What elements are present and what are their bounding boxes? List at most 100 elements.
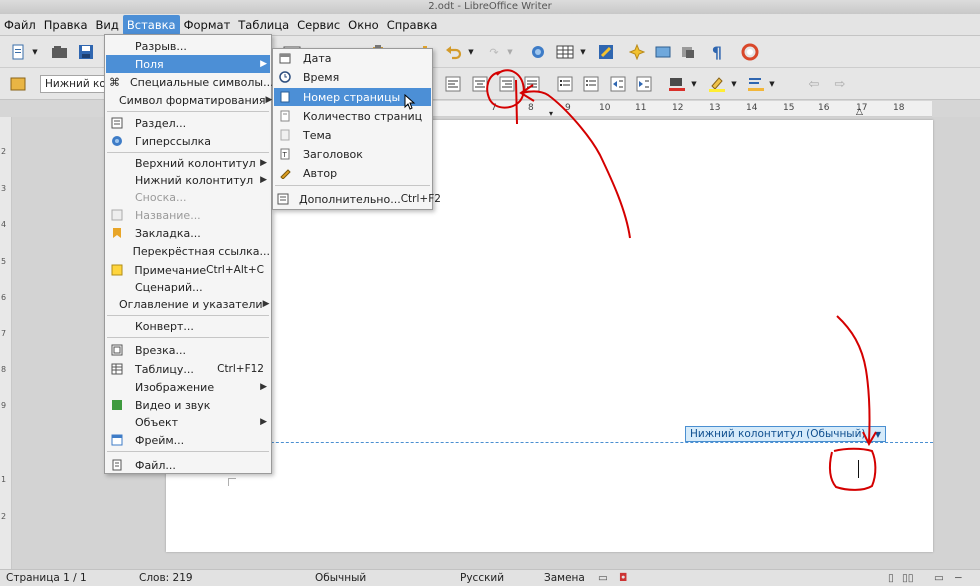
page-style[interactable]: Обычный	[315, 570, 366, 586]
zoom-out-icon[interactable]: −	[954, 570, 963, 586]
menu-item-break[interactable]: Разрыв...	[106, 37, 270, 55]
draw-functions-icon[interactable]	[596, 42, 616, 62]
menu-edit[interactable]: Правка	[40, 15, 92, 35]
menu-item-page-number[interactable]: Номер страницы	[274, 88, 431, 106]
menu-item-toc-and-index[interactable]: Оглавление и указатели ▶	[106, 295, 270, 313]
language[interactable]: Русский	[460, 570, 504, 586]
undo-icon[interactable]	[443, 42, 463, 62]
decrease-indent-icon[interactable]	[608, 74, 628, 94]
menu-item-envelope[interactable]: Конверт...	[106, 317, 270, 335]
insert-mode[interactable]: Замена	[544, 570, 585, 586]
menu-item-author[interactable]: Автор	[274, 164, 431, 182]
undo-dropdown-icon[interactable]: ▼	[466, 42, 476, 62]
align-left-icon[interactable]	[443, 74, 463, 94]
hyperlink-dialog-icon[interactable]	[528, 42, 548, 62]
page-count-icon	[277, 109, 293, 123]
menu-item-subject[interactable]: Тема	[274, 126, 431, 144]
styles-icon[interactable]	[8, 74, 28, 94]
window-title-bar: 2.odt - LibreOffice Writer	[0, 0, 980, 14]
table-dropdown-icon[interactable]: ▼	[578, 42, 588, 62]
menu-item-special-characters[interactable]: ⌘ Специальные символы...	[106, 73, 274, 91]
new-document-icon[interactable]	[8, 42, 28, 62]
navigator-icon[interactable]	[627, 42, 647, 62]
paragraph-style-box[interactable]: Нижний колонтитул	[40, 75, 106, 93]
increase-indent-icon[interactable]	[634, 74, 654, 94]
book-view-icon[interactable]: ▭	[934, 570, 944, 586]
menu-item-date[interactable]: Дата	[274, 49, 431, 67]
menu-item-title[interactable]: T Заголовок	[274, 145, 431, 163]
word-count[interactable]: Слов: 219	[139, 570, 193, 586]
vruler-label: 2	[1, 147, 7, 156]
save-icon[interactable]	[76, 42, 96, 62]
menu-tools[interactable]: Сервис	[293, 15, 344, 35]
menu-item-comment[interactable]: Примечание Ctrl+Alt+C	[106, 261, 270, 279]
menu-help[interactable]: Справка	[383, 15, 442, 35]
menu-item-cross-reference[interactable]: Перекрёстная ссылка...	[106, 242, 270, 260]
menu-item-section[interactable]: Раздел...	[106, 114, 270, 132]
menu-insert[interactable]: Вставка	[122, 14, 180, 35]
new-dropdown-arrow-icon[interactable]: ▼	[30, 42, 40, 62]
vruler-label: 9	[1, 401, 7, 410]
document-modified-icon[interactable]: ◘	[619, 570, 627, 586]
font-color-dropdown-icon[interactable]: ▼	[689, 74, 699, 94]
justify-icon[interactable]	[522, 74, 542, 94]
insert-table-icon[interactable]	[555, 42, 575, 62]
menu-item-header[interactable]: Верхний колонтитул ▶	[106, 154, 270, 172]
menu-item-floating-frame[interactable]: Фрейм...	[106, 431, 270, 449]
multi-page-view-icon[interactable]: ▯▯	[902, 570, 914, 586]
menu-item-hyperlink[interactable]: Гиперссылка	[106, 132, 270, 150]
menu-item-fields[interactable]: Поля ▶	[106, 55, 270, 73]
redo-icon[interactable]: ↷	[484, 42, 504, 62]
menu-item-bookmark[interactable]: Закладка...	[106, 224, 270, 242]
paragraph-direction-icon[interactable]: ⇦	[804, 74, 824, 94]
menu-item-table[interactable]: Таблицу... Ctrl+F12	[106, 360, 270, 378]
menu-file[interactable]: Файл	[0, 15, 40, 35]
single-page-view-icon[interactable]: ▯	[888, 570, 894, 586]
gallery-icon[interactable]	[653, 42, 673, 62]
menu-item-media[interactable]: Видео и звук	[106, 396, 270, 414]
redo-dropdown-icon[interactable]: ▼	[505, 42, 515, 62]
footer-dropdown-icon[interactable]: ▼	[875, 430, 881, 439]
menu-item-object[interactable]: Объект ▶	[106, 413, 270, 431]
selection-mode-icon[interactable]: ▭	[598, 570, 608, 586]
left-indent-marker-icon[interactable]: ▾	[549, 109, 553, 118]
menu-format[interactable]: Формат	[180, 15, 235, 35]
open-icon[interactable]	[50, 42, 70, 62]
vruler-label: 5	[1, 257, 7, 266]
page-counter[interactable]: Страница 1 / 1	[6, 570, 87, 586]
background-color-icon[interactable]	[746, 74, 766, 94]
menu-item-image[interactable]: Изображение ▶	[106, 378, 270, 396]
ruler-label: 10	[599, 103, 611, 113]
numbering-icon[interactable]	[555, 74, 575, 94]
data-sources-icon[interactable]	[678, 42, 698, 62]
bullets-icon[interactable]	[581, 74, 601, 94]
highlight-dropdown-icon[interactable]: ▼	[729, 74, 739, 94]
vertical-ruler[interactable]: 2 3 4 5 6 7 8 9 1 2	[0, 117, 12, 569]
menu-item-formatting-mark[interactable]: Символ форматирования ▶	[106, 91, 272, 109]
menu-window[interactable]: Окно	[344, 15, 383, 35]
menu-view[interactable]: Вид	[92, 15, 123, 35]
menu-table[interactable]: Таблица	[234, 15, 293, 35]
align-center-icon[interactable]	[470, 74, 490, 94]
paragraph-direction-2-icon[interactable]: ⇨	[830, 74, 850, 94]
align-right-icon[interactable]	[497, 74, 517, 94]
menu-item-frame[interactable]: Врезка...	[106, 341, 270, 359]
ruler-label: 14	[746, 103, 758, 113]
menu-item-file[interactable]: Файл...	[106, 456, 270, 474]
right-indent-marker-icon[interactable]: △	[856, 107, 863, 117]
help-icon[interactable]	[740, 42, 760, 62]
background-color-dropdown-icon[interactable]: ▼	[767, 74, 777, 94]
formatting-marks-icon[interactable]: ¶	[707, 42, 727, 62]
menu-item-footnote[interactable]: Сноска...	[106, 188, 270, 206]
menu-item-page-count[interactable]: Количество страниц	[274, 107, 431, 125]
menu-item-time[interactable]: Время	[274, 68, 431, 86]
menu-item-script[interactable]: Сценарий...	[106, 278, 270, 296]
blank-icon	[109, 156, 125, 170]
font-color-icon[interactable]	[667, 74, 687, 94]
menu-item-more-fields[interactable]: Дополнительно... Ctrl+F2	[274, 190, 441, 208]
menu-item-footer[interactable]: Нижний колонтитул ▶	[106, 171, 270, 189]
highlight-icon[interactable]	[707, 74, 727, 94]
footer-style-tag[interactable]: Нижний колонтитул (Обычный) ▼	[685, 426, 887, 442]
menu-item-caption[interactable]: Название...	[106, 206, 270, 224]
menu-item-shortcut: Ctrl+F2	[400, 193, 441, 205]
